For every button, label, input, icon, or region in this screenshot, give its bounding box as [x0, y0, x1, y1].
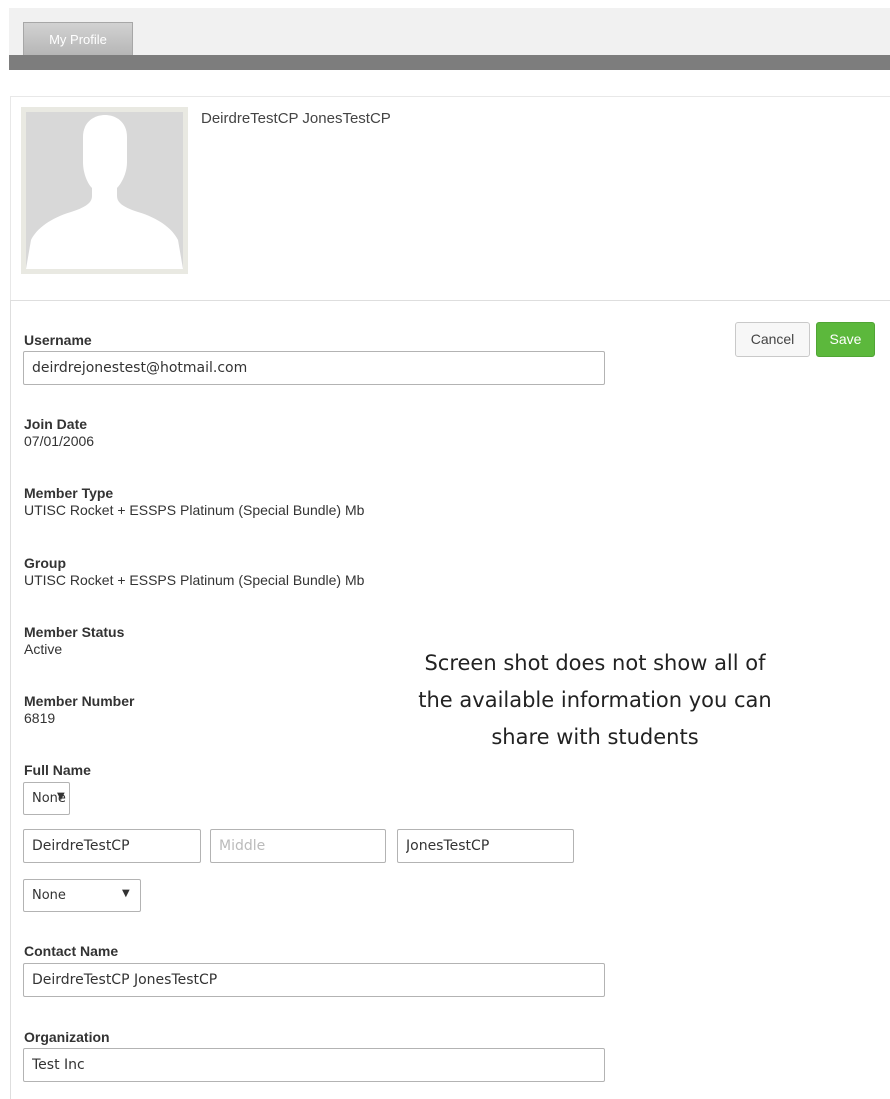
member-status-value: Active [24, 641, 63, 657]
member-number-label: Member Number [24, 693, 135, 709]
member-number-value: 6819 [24, 710, 56, 726]
middle-name-input[interactable] [210, 829, 386, 863]
tab-my-profile[interactable]: My Profile [23, 22, 133, 55]
join-date-value: 07/01/2006 [24, 433, 95, 449]
name-prefix-select[interactable]: None ▼ [23, 782, 70, 815]
join-date-label: Join Date [24, 416, 88, 432]
name-suffix-select[interactable]: None ▼ [23, 879, 141, 912]
organization-input[interactable] [23, 1048, 605, 1082]
annotation-note: Screen shot does not show all of the ava… [360, 645, 830, 756]
person-silhouette-icon [26, 112, 183, 269]
contact-name-label: Contact Name [24, 943, 119, 959]
full-name-label: Full Name [24, 762, 91, 778]
triangle-down-icon: ▼ [57, 791, 65, 802]
profile-display-name: DeirdreTestCP JonesTestCP [201, 110, 391, 127]
contact-name-input[interactable] [23, 963, 605, 997]
annotation-line-3: share with students [491, 725, 699, 749]
member-type-label: Member Type [24, 485, 114, 501]
annotation-line-2: the available information you can [418, 688, 772, 712]
save-button[interactable]: Save [816, 322, 875, 357]
group-label: Group [24, 555, 66, 571]
organization-label: Organization [24, 1029, 110, 1045]
username-input[interactable] [23, 351, 605, 385]
name-suffix-value: None [32, 888, 66, 903]
annotation-line-1: Screen shot does not show all of [424, 651, 766, 675]
member-type-value: UTISC Rocket + ESSPS Platinum (Special B… [24, 502, 365, 518]
last-name-input[interactable] [397, 829, 574, 863]
group-value: UTISC Rocket + ESSPS Platinum (Special B… [24, 572, 365, 588]
username-label: Username [24, 332, 92, 348]
first-name-input[interactable] [23, 829, 201, 863]
triangle-down-icon: ▼ [122, 888, 130, 899]
member-status-label: Member Status [24, 624, 125, 640]
tab-bar: My Profile [9, 8, 890, 55]
tab-bar-underline [9, 55, 890, 70]
cancel-button[interactable]: Cancel [735, 322, 810, 357]
avatar [21, 107, 188, 274]
